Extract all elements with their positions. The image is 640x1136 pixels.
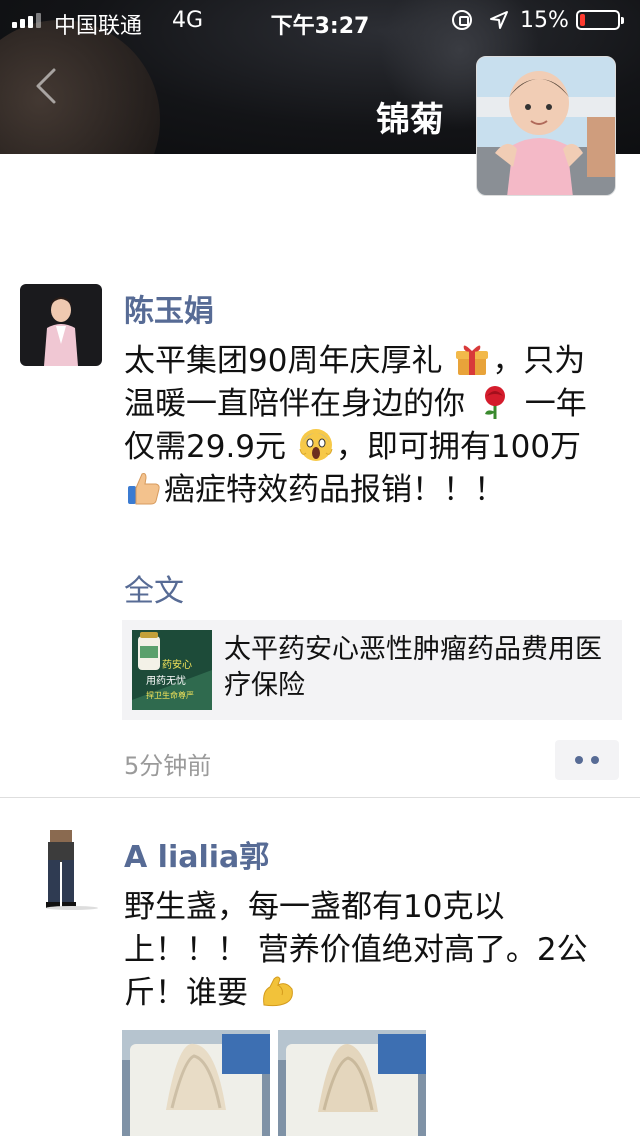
battery-fill — [580, 14, 585, 26]
author-name[interactable]: A lialia郭 — [124, 832, 269, 876]
post-time: 5分钟前 — [124, 752, 212, 780]
location-icon — [490, 11, 508, 29]
moment-post: A lialia郭 野生盏，每一盏都有10克以上！！！ 营养价值绝对高了。2公斤… — [0, 800, 640, 1136]
author-avatar-image — [20, 284, 102, 366]
shared-link-card[interactable]: 药安心 用药无忧 捍卫生命尊严 太平药安心恶性肿瘤药品费用医疗保险 — [122, 620, 622, 720]
post-content: 野生盏，每一盏都有10克以上！！！ 营养价值绝对高了。2公斤！谁要 — [124, 886, 610, 1015]
post-text: ，即可拥有100万 — [335, 429, 582, 465]
dot-icon — [575, 756, 583, 764]
thumb-text: 用药无忧 — [146, 674, 186, 687]
profile-owner-avatar[interactable] — [476, 56, 616, 196]
baby-avatar-image — [477, 57, 615, 195]
flexed-biceps-emoji-icon — [262, 976, 293, 1007]
author-avatar[interactable] — [20, 284, 102, 366]
medicine-bottle-image: 药安心 用药无忧 捍卫生命尊严 — [132, 630, 212, 710]
author-avatar-image — [20, 828, 102, 910]
cover-decoration — [0, 20, 160, 154]
post-text: 癌症特效药品报销！！！ — [164, 472, 505, 508]
moment-post: 陈玉娟 太平集团90周年庆厚礼 ，只为温暖一直陪伴在身边的你 一年仅需29.9元… — [0, 284, 640, 798]
status-bar: 中国联通 4G 下午3:27 15% — [0, 0, 640, 40]
bird-nest-photo-image — [278, 1030, 426, 1136]
post-text: 太平集团90周年庆厚礼 — [124, 343, 443, 379]
thumb-text: 捍卫生命尊严 — [146, 690, 194, 700]
rotation-lock-icon — [452, 10, 472, 30]
back-button[interactable] — [30, 66, 66, 106]
post-photo[interactable] — [278, 1030, 426, 1136]
dot-icon — [591, 756, 599, 764]
gift-emoji-icon — [456, 345, 489, 375]
more-actions-button[interactable] — [555, 740, 619, 780]
shared-link-thumbnail: 药安心 用药无忧 捍卫生命尊严 — [132, 630, 212, 710]
full-text-link[interactable]: 全文 — [124, 566, 184, 610]
author-avatar[interactable] — [20, 828, 102, 910]
profile-owner-name: 锦菊 — [376, 100, 444, 140]
battery-icon — [576, 10, 624, 30]
author-name[interactable]: 陈玉娟 — [124, 286, 214, 330]
shared-link-title: 太平药安心恶性肿瘤药品费用医疗保险 — [224, 634, 602, 701]
screaming-face-emoji-icon — [299, 429, 333, 461]
rose-emoji-icon — [484, 386, 505, 419]
battery-percent: 15% — [520, 8, 569, 33]
thumb-text: 药安心 — [162, 658, 192, 671]
bird-nest-photo-image — [122, 1030, 270, 1136]
post-text: 野生盏，每一盏都有10克以上！！！ 营养价值绝对高了。2公斤！谁要 — [124, 889, 588, 1011]
thumbs-up-emoji-icon — [128, 473, 160, 505]
post-content: 太平集团90周年庆厚礼 ，只为温暖一直陪伴在身边的你 一年仅需29.9元 ，即可… — [124, 340, 610, 512]
post-photo[interactable] — [122, 1030, 270, 1136]
